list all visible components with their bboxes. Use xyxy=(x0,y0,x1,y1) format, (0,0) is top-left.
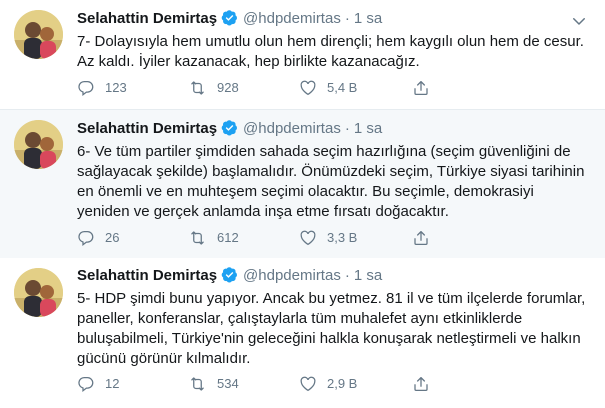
author-handle[interactable]: @hdpdemirtas xyxy=(243,267,341,284)
author-name[interactable]: Selahattin Demirtaş xyxy=(77,120,217,137)
caret-down-icon[interactable] xyxy=(570,12,588,30)
author-handle[interactable]: @hdpdemirtas xyxy=(243,120,341,137)
retweet-count: 612 xyxy=(217,230,239,245)
retweet-button[interactable]: 928 xyxy=(188,78,239,98)
like-count: 5,4 B xyxy=(327,80,358,95)
share-button[interactable] xyxy=(412,374,440,394)
like-button[interactable]: 3,3 B xyxy=(299,228,357,248)
tweet-header: Selahattin Demirtaş @hdpdemirtas · 1 sa xyxy=(77,8,382,30)
share-icon xyxy=(414,230,428,246)
tweet-text: 5- HDP şimdi bunu yapıyor. Ancak bu yetm… xyxy=(77,290,586,367)
like-count: 2,9 B xyxy=(327,376,358,391)
like-icon xyxy=(300,376,316,392)
reply-count: 26 xyxy=(105,230,120,245)
like-icon xyxy=(300,230,316,246)
retweet-count: 928 xyxy=(217,80,239,95)
reply-button[interactable]: 12 xyxy=(77,374,119,394)
reply-button[interactable]: 26 xyxy=(77,228,119,248)
reply-icon xyxy=(78,230,94,247)
like-button[interactable]: 2,9 B xyxy=(299,374,357,394)
like-icon xyxy=(300,80,316,96)
retweet-icon xyxy=(191,231,204,245)
tweet-actions: 26 612 3,3 B xyxy=(77,228,597,248)
retweet-button[interactable]: 534 xyxy=(188,374,239,394)
reply-count: 12 xyxy=(105,376,120,391)
retweet-icon xyxy=(191,81,204,95)
tweet-header: Selahattin Demirtaş @hdpdemirtas · 1 sa xyxy=(77,118,382,140)
tweet-text: 7- Dolayısıyla hem umutlu olun hem diren… xyxy=(77,33,584,70)
avatar[interactable] xyxy=(14,268,63,317)
author-name[interactable]: Selahattin Demirtaş xyxy=(77,10,217,27)
separator: · xyxy=(344,10,350,27)
reply-icon xyxy=(78,80,94,97)
like-button[interactable]: 5,4 B xyxy=(299,78,357,98)
timestamp[interactable]: 1 sa xyxy=(354,10,382,27)
retweet-button[interactable]: 612 xyxy=(188,228,239,248)
reply-button[interactable]: 123 xyxy=(77,78,127,98)
tweet-header: Selahattin Demirtaş @hdpdemirtas · 1 sa xyxy=(77,265,382,287)
retweet-count: 534 xyxy=(217,376,239,391)
reply-icon xyxy=(78,376,94,393)
share-button[interactable] xyxy=(412,228,440,248)
author-name[interactable]: Selahattin Demirtaş xyxy=(77,267,217,284)
tweet-actions: 123 928 5,4 B xyxy=(77,78,597,98)
like-count: 3,3 B xyxy=(327,230,358,245)
reply-count: 123 xyxy=(105,80,127,95)
share-icon xyxy=(414,376,428,392)
tweet-actions: 12 534 2,9 B xyxy=(77,374,597,394)
avatar[interactable] xyxy=(14,10,63,59)
tweet-text: 6- Ve tüm partiler şimdiden sahada seçim… xyxy=(77,143,585,220)
timestamp[interactable]: 1 sa xyxy=(354,267,382,284)
tweet-1[interactable]: Selahattin Demirtaş @hdpdemirtas · 1 sa 7- … xyxy=(0,0,605,110)
verified-badge-icon xyxy=(221,266,238,290)
tweet-3[interactable]: Selahattin Demirtaş @hdpdemirtas · 1 sa 5- … xyxy=(0,258,605,408)
retweet-icon xyxy=(191,377,204,391)
avatar[interactable] xyxy=(14,120,63,169)
author-handle[interactable]: @hdpdemirtas xyxy=(243,10,341,27)
timestamp[interactable]: 1 sa xyxy=(354,120,382,137)
separator: · xyxy=(344,120,350,137)
tweet-2[interactable]: Selahattin Demirtaş @hdpdemirtas · 1 sa 6- … xyxy=(0,110,605,258)
share-icon xyxy=(414,80,428,96)
verified-badge-icon xyxy=(221,9,238,33)
verified-badge-icon xyxy=(221,119,238,143)
share-button[interactable] xyxy=(412,78,440,98)
separator: · xyxy=(344,267,350,284)
